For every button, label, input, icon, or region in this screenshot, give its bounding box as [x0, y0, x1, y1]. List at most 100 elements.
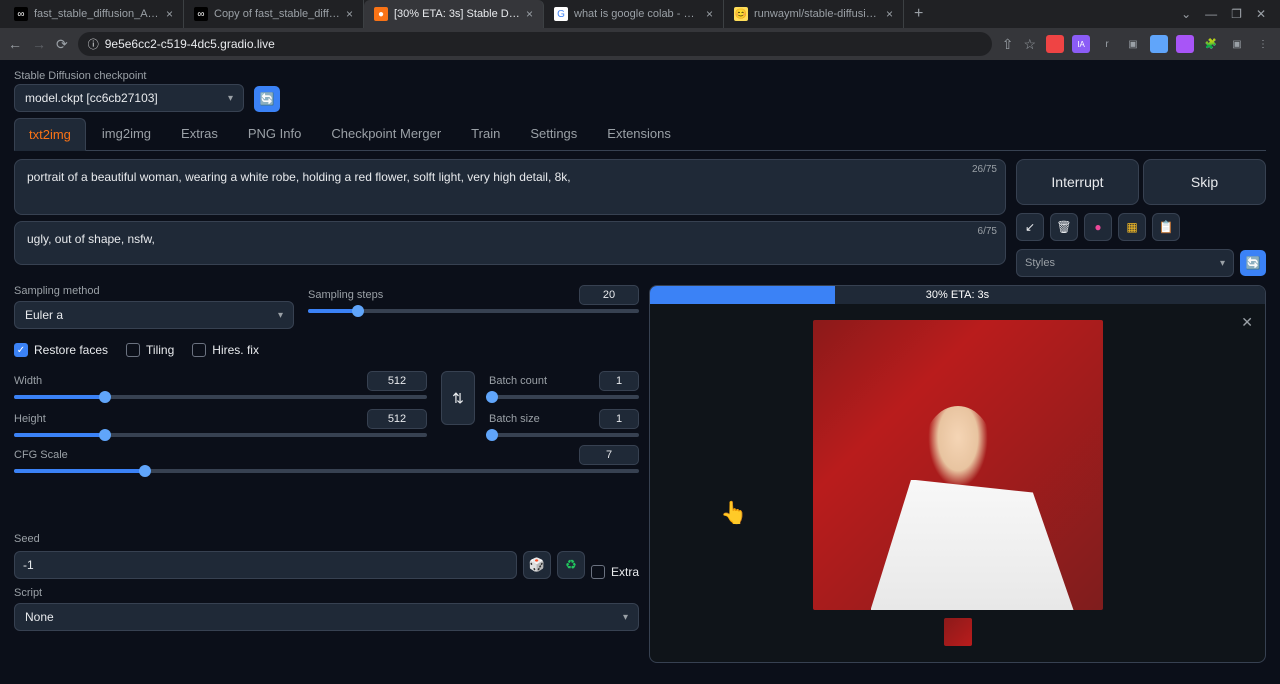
menu-icon[interactable]: ⋮	[1254, 35, 1272, 53]
swap-dimensions-button[interactable]: ⇅	[441, 371, 475, 425]
apply-style-button[interactable]: 📋	[1152, 213, 1180, 241]
save-style-button[interactable]: ▦	[1118, 213, 1146, 241]
browser-tab[interactable]: ∞ Copy of fast_stable_diffusion ×	[184, 0, 364, 28]
app-tabs: txt2img img2img Extras PNG Info Checkpoi…	[14, 118, 1266, 151]
extra-seed-checkbox[interactable]: Extra	[591, 565, 639, 579]
batch-size-slider[interactable]	[489, 433, 639, 437]
new-tab-button[interactable]: +	[904, 5, 933, 23]
styles-select[interactable]: Styles ▾	[1016, 249, 1234, 277]
style-tool-button[interactable]: ●	[1084, 213, 1112, 241]
tab-pnginfo[interactable]: PNG Info	[234, 118, 315, 150]
batch-size-input[interactable]	[599, 409, 639, 429]
tab-favicon: ∞	[14, 7, 28, 21]
height-slider[interactable]	[14, 433, 427, 437]
progress-text: 30% ETA: 3s	[650, 286, 1265, 304]
reload-button[interactable]: ⟳	[56, 36, 68, 53]
window-controls: ⌄ — ❐ ✕	[1171, 7, 1276, 21]
sampling-steps-slider[interactable]	[308, 309, 639, 313]
minimize-icon[interactable]: —	[1205, 7, 1217, 21]
cfg-label: CFG Scale	[14, 449, 68, 461]
refresh-checkpoint-button[interactable]: 🔄	[254, 86, 280, 112]
skip-button[interactable]: Skip	[1143, 159, 1266, 205]
ext-icon[interactable]	[1150, 35, 1168, 53]
height-input[interactable]	[367, 409, 427, 429]
prompt-token-count: 26/75	[972, 164, 997, 175]
sampling-steps-input[interactable]	[579, 285, 639, 305]
interrupt-button[interactable]: Interrupt	[1016, 159, 1139, 205]
sampling-method-select[interactable]: Euler a ▾	[14, 301, 294, 329]
restore-faces-checkbox[interactable]: ✓ Restore faces	[14, 343, 108, 357]
refresh-styles-button[interactable]: 🔄	[1240, 250, 1266, 276]
chevron-down-icon[interactable]: ⌄	[1181, 7, 1191, 21]
back-button[interactable]: ←	[8, 36, 22, 52]
ext-icon[interactable]	[1176, 35, 1194, 53]
width-label: Width	[14, 375, 42, 387]
checkbox-icon	[591, 565, 605, 579]
batch-size-label: Batch size	[489, 413, 540, 425]
browser-tab-active[interactable]: ● [30% ETA: 3s] Stable Diffusion ×	[364, 0, 544, 28]
width-slider[interactable]	[14, 395, 427, 399]
tab-txt2img[interactable]: txt2img	[14, 118, 86, 151]
tab-extensions[interactable]: Extensions	[593, 118, 685, 150]
browser-tab-bar: ∞ fast_stable_diffusion_AUTOMA × ∞ Copy …	[0, 0, 1280, 28]
close-icon[interactable]: ×	[706, 7, 713, 21]
tab-extras[interactable]: Extras	[167, 118, 232, 150]
browser-nav-bar: ← → ⟳ ⓘ 9e5e6cc2-c519-4dc5.gradio.live ⇧…	[0, 28, 1280, 60]
tab-title: runwayml/stable-diffusion-v1	[754, 8, 880, 20]
tab-img2img[interactable]: img2img	[88, 118, 165, 150]
reuse-seed-button[interactable]: ♻	[557, 551, 585, 579]
styles-label: Styles	[1025, 257, 1055, 269]
neg-prompt-text: ugly, out of shape, nsfw,	[27, 232, 155, 246]
checkpoint-select[interactable]: model.ckpt [cc6cb27103] ▾	[14, 84, 244, 112]
close-preview-button[interactable]: ✕	[1241, 314, 1253, 331]
seed-input[interactable]	[14, 551, 517, 579]
image-thumbnail[interactable]	[944, 618, 972, 646]
hires-fix-checkbox[interactable]: Hires. fix	[192, 343, 259, 357]
width-input[interactable]	[367, 371, 427, 391]
browser-tab[interactable]: 😊 runwayml/stable-diffusion-v1 ×	[724, 0, 904, 28]
tab-favicon: 😊	[734, 7, 748, 21]
neg-prompt-token-count: 6/75	[978, 226, 997, 237]
height-label: Height	[14, 413, 46, 425]
close-icon[interactable]: ×	[886, 7, 893, 21]
forward-button[interactable]: →	[32, 36, 46, 52]
tab-title: Copy of fast_stable_diffusion	[214, 8, 340, 20]
arrow-tool-button[interactable]: ↙	[1016, 213, 1044, 241]
url-bar[interactable]: ⓘ 9e5e6cc2-c519-4dc5.gradio.live	[78, 32, 992, 56]
ext-icon[interactable]	[1046, 35, 1064, 53]
tab-train[interactable]: Train	[457, 118, 514, 150]
ext-icon[interactable]: IA	[1072, 35, 1090, 53]
bookmark-icon[interactable]: ☆	[1023, 36, 1036, 53]
share-icon[interactable]: ⇧	[1002, 36, 1014, 53]
batch-count-slider[interactable]	[489, 395, 639, 399]
ext-icon[interactable]: r	[1098, 35, 1116, 53]
prompt-input[interactable]: 26/75 portrait of a beautiful woman, wea…	[14, 159, 1006, 215]
clear-tool-button[interactable]: 🗑	[1050, 213, 1078, 241]
tab-title: what is google colab - Google	[574, 8, 700, 20]
browser-tab[interactable]: G what is google colab - Google ×	[544, 0, 724, 28]
negative-prompt-input[interactable]: 6/75 ugly, out of shape, nsfw,	[14, 221, 1006, 265]
side-panel-icon[interactable]: ▣	[1228, 35, 1246, 53]
cfg-slider[interactable]	[14, 469, 639, 473]
tiling-checkbox[interactable]: Tiling	[126, 343, 174, 357]
tab-favicon: ∞	[194, 7, 208, 21]
tab-settings[interactable]: Settings	[516, 118, 591, 150]
random-seed-button[interactable]: 🎲	[523, 551, 551, 579]
ext-icon[interactable]: ▣	[1124, 35, 1142, 53]
cfg-input[interactable]	[579, 445, 639, 465]
maximize-icon[interactable]: ❐	[1231, 7, 1242, 21]
close-icon[interactable]: ×	[346, 7, 353, 21]
close-icon[interactable]: ×	[526, 7, 533, 21]
browser-tab[interactable]: ∞ fast_stable_diffusion_AUTOMA ×	[4, 0, 184, 28]
extensions-icon[interactable]: 🧩	[1202, 35, 1220, 53]
checkbox-icon	[126, 343, 140, 357]
batch-count-input[interactable]	[599, 371, 639, 391]
tab-checkpoint-merger[interactable]: Checkpoint Merger	[317, 118, 455, 150]
output-panel: 30% ETA: 3s ✕	[649, 285, 1266, 663]
close-window-icon[interactable]: ✕	[1256, 7, 1266, 21]
generated-image[interactable]	[813, 320, 1103, 610]
site-info-icon[interactable]: ⓘ	[88, 36, 99, 52]
close-icon[interactable]: ×	[166, 7, 173, 21]
script-select[interactable]: None ▾	[14, 603, 639, 631]
tab-favicon: ●	[374, 7, 388, 21]
